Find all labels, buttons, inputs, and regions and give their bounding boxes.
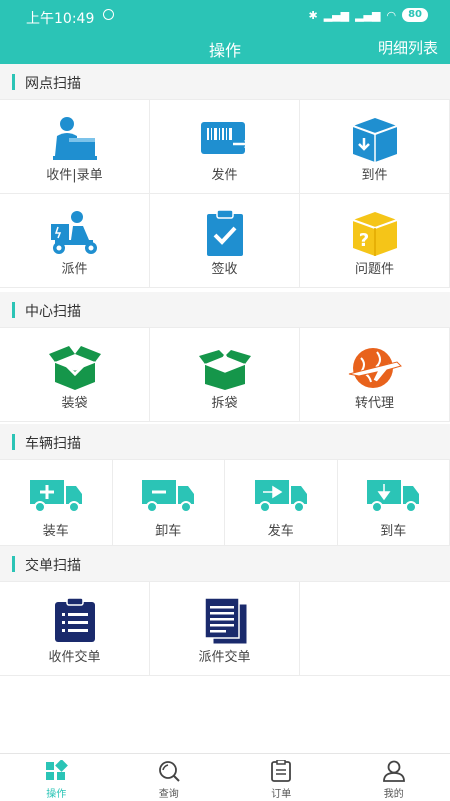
grid-item-dispatch-handover[interactable]: 派件交单 <box>150 582 300 676</box>
grid-icon <box>44 760 68 782</box>
section-header-vehicle-scan: 车辆扫描 <box>0 424 450 460</box>
bluetooth-icon: ✱ <box>308 9 317 22</box>
grid-item-label: 到车 <box>338 520 450 539</box>
clipboard-check-icon <box>197 210 253 256</box>
order-list-icon <box>269 760 293 782</box>
detail-list-button[interactable]: 明细列表 <box>378 37 438 58</box>
grid-item-label: 派件 <box>0 258 149 277</box>
grid-item-label: 装车 <box>0 520 112 539</box>
grid-item-receive-handover[interactable]: 收件交单 <box>0 582 150 676</box>
alarm-icon <box>103 9 114 20</box>
outlet-scan-grid: 收件|录单 发件 到件 <box>0 100 450 288</box>
grid-item-send[interactable]: 发件 <box>150 100 300 194</box>
scooter-delivery-icon <box>47 210 103 256</box>
grid-item-label: 问题件 <box>300 258 449 277</box>
grid-item-label: 卸车 <box>113 520 225 539</box>
box-pack-icon <box>47 344 103 390</box>
tab-label: 操作 <box>0 785 113 800</box>
grid-item-label: 转代理 <box>300 392 449 411</box>
grid-item-sign[interactable]: 签收 <box>150 194 300 288</box>
svg-text:?: ? <box>358 230 368 251</box>
grid-item-arrive[interactable]: 到件 <box>300 100 450 194</box>
status-time: 上午10:49 <box>26 8 94 28</box>
section-accent-bar <box>12 302 15 318</box>
handover-scan-grid: 收件交单 派件交单 <box>0 582 450 676</box>
grid-item-label: 到件 <box>300 164 449 183</box>
grid-item-label: 派件交单 <box>150 646 299 665</box>
battery-indicator: 80 <box>402 8 428 22</box>
section-header-handover-scan: 交单扫描 <box>0 546 450 582</box>
system-icons: ✱ ▂▄▆ ▂▄▆ ◠ 80 <box>308 8 428 22</box>
bottom-tab-bar: 操作 查询 订单 我的 <box>0 753 450 801</box>
truck-depart-icon <box>253 474 309 514</box>
section-title: 网点扫描 <box>25 73 81 93</box>
center-scan-grid: 装袋 拆袋 转代理 <box>0 328 450 422</box>
grid-item-label: 装袋 <box>0 392 149 411</box>
grid-item-label: 发件 <box>150 164 299 183</box>
receive-handover-icon <box>47 598 103 644</box>
dispatch-handover-icon <box>197 598 253 644</box>
grid-item-depart-truck[interactable]: 发车 <box>225 460 338 546</box>
tab-label: 查询 <box>113 785 226 800</box>
question-box-icon: ? <box>347 210 403 256</box>
grid-item-unbagging[interactable]: 拆袋 <box>150 328 300 422</box>
grid-item-arrive-truck[interactable]: 到车 <box>338 460 450 546</box>
box-arrive-icon <box>347 116 403 162</box>
tab-label: 我的 <box>338 785 450 800</box>
truck-unload-icon <box>140 474 196 514</box>
grid-empty-cell <box>300 582 450 676</box>
grid-item-label: 签收 <box>150 258 299 277</box>
grid-item-label: 收件交单 <box>0 646 149 665</box>
section-accent-bar <box>12 556 15 572</box>
grid-item-transfer-agent[interactable]: 转代理 <box>300 328 450 422</box>
section-accent-bar <box>12 434 15 450</box>
grid-item-load-truck[interactable]: 装车 <box>0 460 113 546</box>
signal-icon-2: ▂▄▆ <box>355 9 380 22</box>
nav-bar: 操作 明细列表 <box>0 32 450 64</box>
section-title: 车辆扫描 <box>25 433 81 453</box>
tab-orders[interactable]: 订单 <box>225 754 338 801</box>
section-title: 中心扫描 <box>25 301 81 321</box>
grid-item-receive-record[interactable]: 收件|录单 <box>0 100 150 194</box>
signal-icon: ▂▄▆ <box>324 9 349 22</box>
grid-item-bagging[interactable]: 装袋 <box>0 328 150 422</box>
section-header-outlet-scan: 网点扫描 <box>0 64 450 100</box>
grid-item-label: 拆袋 <box>150 392 299 411</box>
truck-arrive-icon <box>365 474 421 514</box>
section-title: 交单扫描 <box>25 555 81 575</box>
grid-item-problem[interactable]: ? 问题件 <box>300 194 450 288</box>
grid-item-deliver[interactable]: 派件 <box>0 194 150 288</box>
status-bar: 上午10:49 ✱ ▂▄▆ ▂▄▆ ◠ 80 <box>0 0 450 32</box>
box-unpack-icon <box>197 344 253 390</box>
tab-operation[interactable]: 操作 <box>0 754 113 801</box>
truck-load-icon <box>28 474 84 514</box>
section-header-center-scan: 中心扫描 <box>0 292 450 328</box>
user-icon <box>382 760 406 782</box>
tab-query[interactable]: 查询 <box>113 754 226 801</box>
tab-mine[interactable]: 我的 <box>338 754 450 801</box>
globe-plane-icon <box>347 344 403 390</box>
courier-package-icon <box>47 116 103 162</box>
wifi-icon: ◠ <box>386 9 396 22</box>
barcode-send-icon <box>197 116 253 162</box>
grid-item-unload-truck[interactable]: 卸车 <box>113 460 226 546</box>
section-accent-bar <box>12 74 15 90</box>
tab-label: 订单 <box>225 785 338 800</box>
search-icon <box>157 760 181 782</box>
vehicle-scan-grid: 装车 卸车 发车 到车 <box>0 460 450 546</box>
grid-item-label: 发车 <box>225 520 337 539</box>
grid-item-label: 收件|录单 <box>0 164 149 183</box>
